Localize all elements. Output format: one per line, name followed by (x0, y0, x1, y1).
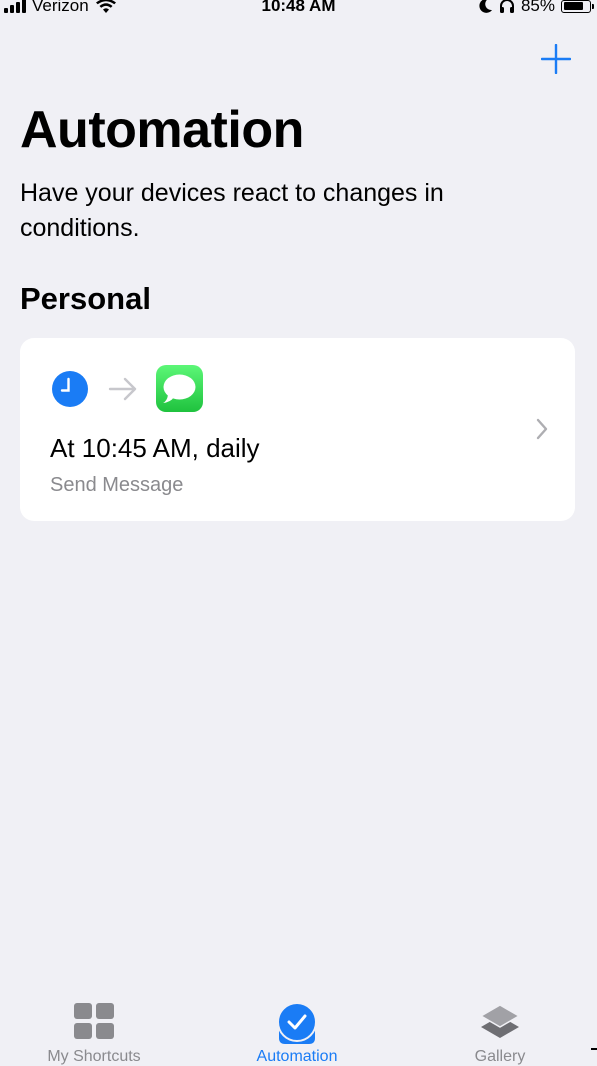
battery-icon (561, 0, 594, 13)
tab-label-gallery: Gallery (474, 1048, 526, 1065)
chevron-right-icon (536, 418, 548, 440)
page-title: Automation (20, 101, 304, 159)
layers-icon (479, 1004, 521, 1038)
status-right: 85% (479, 0, 594, 16)
automation-title: At 10:45 AM, daily (50, 433, 260, 463)
messages-icon (156, 365, 203, 412)
add-automation-button[interactable] (540, 43, 572, 75)
battery-fill (563, 2, 584, 10)
tab-automation[interactable]: Automation (197, 990, 397, 1065)
automation-item[interactable]: At 10:45 AM, daily Send Message (20, 338, 575, 521)
headphones-icon (499, 0, 514, 13)
moon-icon (479, 0, 492, 13)
status-bar: Verizon 10:48 AM 85% (0, 0, 597, 22)
automation-check-icon (277, 1002, 317, 1044)
edge-mark (591, 1048, 597, 1050)
automation-subtitle: Send Message (50, 474, 184, 496)
page-subtitle: Have your devices react to changes in co… (20, 179, 444, 242)
section-title-personal: Personal (20, 281, 151, 316)
clock-icon (52, 371, 88, 407)
plus-icon (540, 43, 572, 75)
tab-label-my-shortcuts: My Shortcuts (47, 1048, 141, 1065)
grid-icon (74, 1003, 114, 1039)
tab-label-automation: Automation (256, 1048, 338, 1065)
arrow-right-icon (108, 377, 137, 401)
tab-my-shortcuts[interactable]: My Shortcuts (0, 990, 194, 1065)
tab-bar: My Shortcuts Automation Gallery (0, 990, 597, 1065)
tab-gallery[interactable]: Gallery (400, 990, 597, 1065)
battery-percentage: 85% (520, 0, 555, 15)
